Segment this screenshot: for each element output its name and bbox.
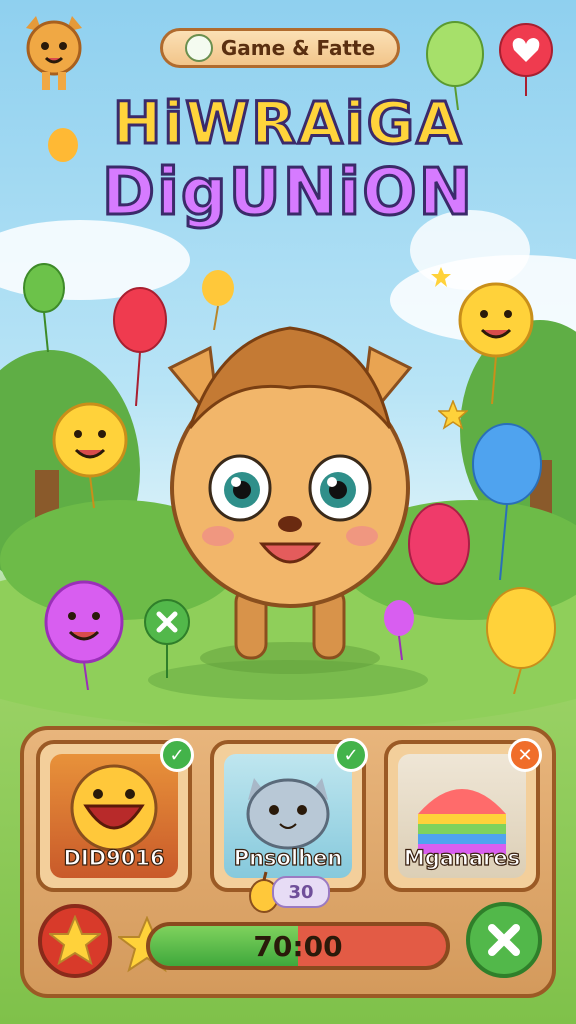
smiley-balloon-icon [52, 402, 128, 508]
star-icon [431, 267, 451, 287]
check-badge-icon[interactable]: ✓ [334, 738, 368, 772]
balloon-icon [486, 587, 556, 694]
coin-counter: 30 [272, 876, 330, 908]
ghost-icon [184, 34, 213, 62]
game-scene: Game & Fatte HiWRAiGA DigUNiON ✓ DID9016… [0, 0, 576, 1024]
logo-line-2: DigUNiON [100, 155, 475, 232]
close-badge-icon[interactable]: ✕ [508, 738, 542, 772]
game-logo: HiWRAiGA DigUNiON [30, 89, 546, 232]
star-icon [438, 400, 468, 430]
logo-line-1: HiWRAiGA [111, 89, 464, 158]
balloon-icon [23, 263, 65, 352]
main-character[interactable] [150, 318, 430, 678]
timer-progress-bar: 70:00 [146, 922, 450, 970]
favorite-button[interactable] [38, 904, 112, 978]
close-icon [488, 924, 520, 956]
character-card-2[interactable]: ✓ Pnsolhen [210, 738, 368, 892]
game-title-pill[interactable]: Game & Fatte [160, 28, 400, 68]
check-badge-icon[interactable]: ✓ [160, 738, 194, 772]
character-card-3[interactable]: ✕ Mganares [384, 738, 542, 892]
character-card-1[interactable]: ✓ DID9016 [36, 738, 194, 892]
smiley-balloon-icon [44, 580, 124, 690]
card-label: Pnsolhen [233, 845, 343, 870]
card-label: Mganares [403, 845, 521, 870]
timer-text: 70:00 [253, 929, 343, 963]
pill-text: Game & Fatte [220, 36, 376, 60]
close-button[interactable] [466, 902, 542, 978]
star-icon [49, 915, 101, 966]
smiley-balloon-icon [458, 282, 534, 404]
heart-balloon-icon[interactable] [496, 20, 556, 96]
card-label: DID9016 [63, 845, 165, 870]
mascot-icon[interactable] [18, 14, 90, 96]
balloon-icon [472, 423, 542, 580]
